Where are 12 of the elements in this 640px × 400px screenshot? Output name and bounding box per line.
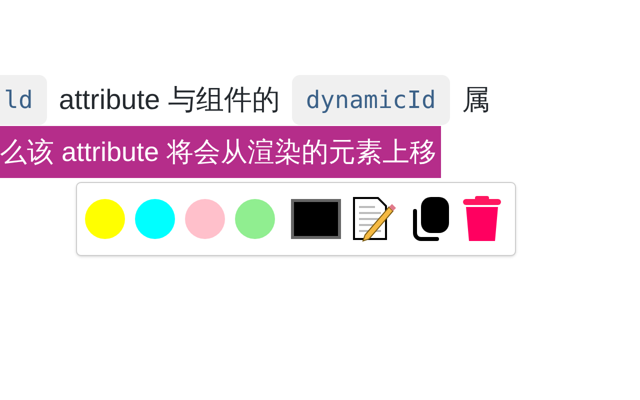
inline-code: dynamicId — [292, 75, 450, 125]
delete-icon[interactable] — [461, 195, 503, 243]
color-swatch[interactable] — [135, 199, 175, 239]
color-swatch[interactable] — [291, 199, 341, 239]
paragraph-text: 属 — [462, 83, 490, 117]
highlighted-text: 么该 attribute 将会从渲染的元素上移 — [0, 126, 441, 178]
note-icon[interactable] — [351, 195, 399, 243]
paragraph-text: attribute 与组件的 — [58, 83, 280, 117]
color-swatch[interactable] — [235, 199, 275, 239]
color-swatch[interactable] — [185, 199, 225, 239]
inline-code: ld — [0, 75, 47, 125]
color-swatch[interactable] — [85, 199, 125, 239]
